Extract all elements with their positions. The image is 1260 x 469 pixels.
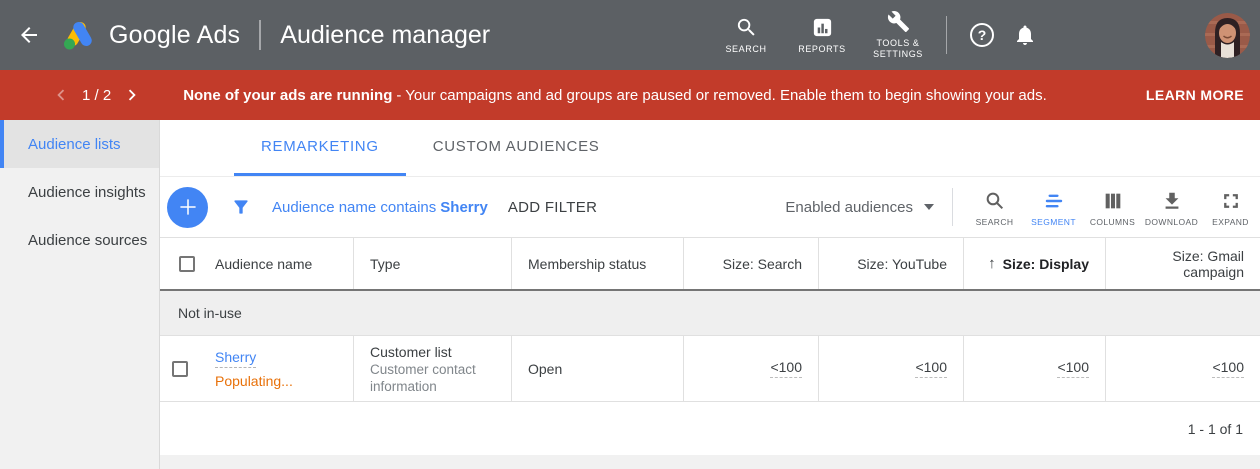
content-area: REMARKETING CUSTOM AUDIENCES Audience na… [160, 120, 1260, 469]
column-header-size-display[interactable]: ↑ Size: Display [964, 238, 1106, 289]
user-avatar[interactable] [1205, 13, 1250, 58]
type-cell: Customer list Customer contact informati… [354, 336, 512, 401]
app-bar-actions: SEARCH REPORTS TOOLS & SETTINGS ? [708, 10, 1260, 60]
add-audience-button[interactable] [167, 187, 208, 228]
tab-bar: REMARKETING CUSTOM AUDIENCES [160, 120, 1260, 177]
search-icon [984, 190, 1006, 212]
column-header-type[interactable]: Type [354, 238, 512, 289]
size-display-cell: <100 [964, 336, 1106, 401]
sort-ascending-icon: ↑ [988, 255, 996, 272]
learn-more-button[interactable]: LEARN MORE [1146, 87, 1244, 103]
column-header-audience-name[interactable]: Audience name [199, 238, 354, 289]
audience-name-cell: Sherry Populating... [199, 336, 354, 401]
alert-banner: 1 / 2 None of your ads are running- Your… [0, 70, 1260, 120]
reports-nav-button[interactable]: REPORTS [784, 16, 860, 55]
search-nav-button[interactable]: SEARCH [708, 16, 784, 55]
size-search-cell: <100 [684, 336, 819, 401]
membership-status-cell: Open [512, 336, 684, 401]
segment-tool-button[interactable]: SEGMENT [1024, 188, 1083, 227]
row-checkbox[interactable] [172, 361, 188, 377]
help-icon[interactable]: ? [970, 23, 994, 47]
chevron-down-icon [924, 204, 934, 210]
size-youtube-cell: <100 [819, 336, 964, 401]
row-select-cell [160, 336, 199, 401]
page-title: Audience manager [280, 21, 490, 50]
reports-icon [811, 16, 834, 39]
tab-custom-audiences[interactable]: CUSTOM AUDIENCES [406, 120, 627, 176]
toolbar-divider [952, 188, 953, 226]
pagination-label: 1 - 1 of 1 [1188, 421, 1243, 437]
table-footer: 1 - 1 of 1 [160, 402, 1260, 455]
banner-next-icon[interactable] [121, 84, 143, 106]
size-youtube-value: <100 [915, 359, 947, 378]
table-toolbar: Audience name containsSherry ADD FILTER … [160, 177, 1260, 238]
app-bar-divider [946, 16, 947, 54]
download-icon [1161, 190, 1183, 212]
download-tool-button[interactable]: DOWNLOAD [1142, 188, 1201, 227]
sidebar-item-audience-sources[interactable]: Audience sources [0, 216, 159, 264]
main-area: Audience lists Audience insights Audienc… [0, 120, 1260, 469]
tools-settings-nav-button[interactable]: TOOLS & SETTINGS [860, 10, 936, 60]
sidebar-item-audience-insights[interactable]: Audience insights [0, 168, 159, 216]
filter-funnel-icon [231, 197, 251, 217]
size-search-value: <100 [770, 359, 802, 378]
group-row-not-in-use: Not in-use [160, 291, 1260, 336]
product-name: Google Ads [109, 21, 240, 50]
columns-tool-button[interactable]: COLUMNS [1083, 188, 1142, 227]
column-header-size-gmail[interactable]: Size: Gmail campaign [1106, 238, 1260, 289]
expand-icon [1220, 190, 1242, 212]
google-ads-logo-icon[interactable] [60, 19, 96, 51]
active-filter-chip[interactable]: Audience name containsSherry [272, 199, 488, 216]
tab-remarketing[interactable]: REMARKETING [234, 120, 406, 176]
app-bar: Google Ads Audience manager SEARCH REPOR… [0, 0, 1260, 70]
expand-tool-button[interactable]: EXPAND [1201, 188, 1260, 227]
notifications-bell-icon[interactable] [1013, 23, 1037, 47]
select-all-checkbox[interactable] [179, 256, 195, 272]
banner-message: None of your ads are running- Your campa… [183, 87, 1047, 104]
column-header-size-search[interactable]: Size: Search [684, 238, 819, 289]
size-gmail-cell: <100 [1106, 336, 1260, 401]
size-display-value: <100 [1057, 359, 1089, 378]
column-header-size-youtube[interactable]: Size: YouTube [819, 238, 964, 289]
banner-prev-icon[interactable] [50, 84, 72, 106]
segment-icon [1043, 190, 1065, 212]
plus-icon [175, 194, 201, 220]
populating-status: Populating... [215, 373, 337, 389]
banner-page-indicator: 1 / 2 [82, 87, 111, 104]
add-filter-button[interactable]: ADD FILTER [508, 199, 597, 216]
content-card: REMARKETING CUSTOM AUDIENCES Audience na… [160, 120, 1260, 455]
sidebar-item-audience-lists[interactable]: Audience lists [0, 120, 159, 168]
back-arrow-icon[interactable] [17, 23, 41, 47]
table-header-row: Audience name Type Membership status Siz… [160, 238, 1260, 291]
columns-icon [1102, 190, 1124, 212]
size-gmail-value: <100 [1212, 359, 1244, 378]
table-row: Sherry Populating... Customer list Custo… [160, 336, 1260, 402]
title-divider [259, 20, 261, 50]
column-header-membership-status[interactable]: Membership status [512, 238, 684, 289]
select-all-cell [160, 238, 199, 289]
search-tool-button[interactable]: SEARCH [965, 188, 1024, 227]
audience-view-dropdown[interactable]: Enabled audiences [785, 199, 934, 216]
sidebar: Audience lists Audience insights Audienc… [0, 120, 160, 469]
banner-pager: 1 / 2 [50, 84, 143, 106]
wrench-icon [887, 10, 910, 33]
audience-name-link[interactable]: Sherry [215, 349, 256, 368]
search-icon [735, 16, 758, 39]
